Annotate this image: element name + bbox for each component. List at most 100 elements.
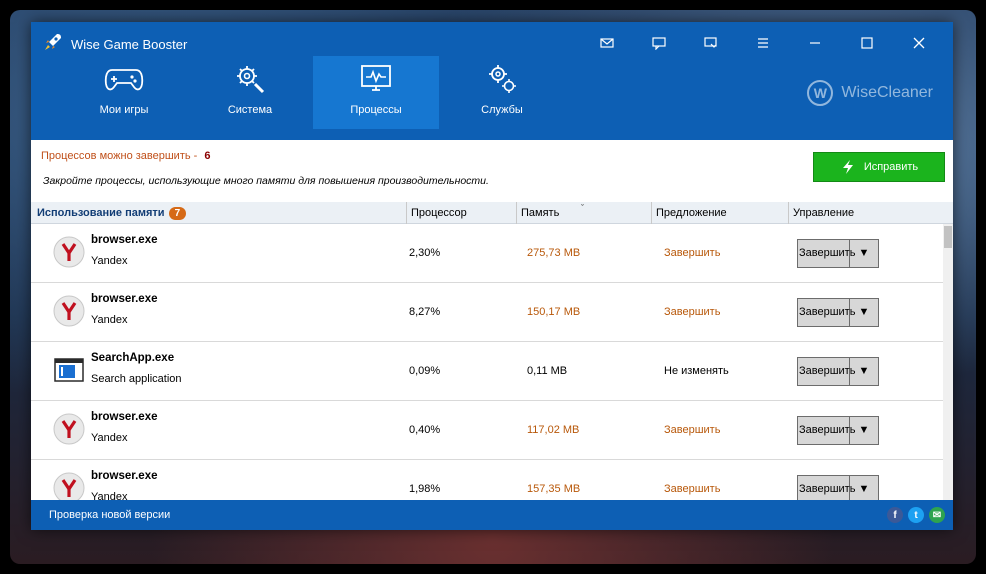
table-row[interactable]: browser.exe Yandex 1,98% 157,35 MB Завер…: [31, 460, 953, 500]
tab-services[interactable]: Службы: [439, 56, 565, 129]
tab-my-games[interactable]: Мои игры: [61, 56, 187, 129]
table-row[interactable]: browser.exe Yandex 0,40% 117,02 MB Завер…: [31, 401, 953, 460]
facebook-icon[interactable]: f: [887, 507, 903, 523]
suggestion-value: Завершить: [664, 247, 721, 259]
process-name-cell: browser.exe Yandex: [31, 401, 407, 459]
process-name-cell: browser.exe Yandex: [31, 224, 407, 282]
process-description: Yandex: [91, 490, 128, 501]
feedback-button[interactable]: [633, 30, 685, 56]
header-cpu-label: Процессор: [411, 207, 467, 219]
memory-value: 275,73 MB: [527, 247, 581, 259]
info-bar: Процессов можно завершить - 6 Закройте п…: [31, 140, 953, 202]
header-memory[interactable]: Память ˇ: [517, 202, 652, 224]
dropdown-arrow-icon: ▼: [858, 306, 870, 318]
close-button[interactable]: [893, 30, 945, 56]
control-cell: Завершить ▼: [789, 401, 929, 459]
app-title-text: Wise Game Booster: [71, 37, 188, 52]
maximize-icon: [861, 37, 873, 49]
header-control-label: Управление: [793, 207, 855, 219]
process-name: browser.exe: [91, 233, 158, 246]
minimize-button[interactable]: [789, 30, 841, 56]
yandex-icon: [53, 413, 85, 448]
tab-system[interactable]: Система: [187, 56, 313, 129]
skin-button[interactable]: [685, 30, 737, 56]
dropdown-arrow-icon: ▼: [858, 365, 870, 377]
process-description: Yandex: [91, 254, 128, 267]
process-description: Search application: [91, 372, 182, 385]
fix-button[interactable]: Исправить: [813, 152, 945, 182]
suggestion-value: Завершить: [664, 306, 721, 318]
gears-icon: [489, 65, 516, 93]
status-bar: Проверка новой версии f t ✉: [31, 500, 953, 530]
process-name: SearchApp.exe: [91, 351, 175, 364]
header-control[interactable]: Управление: [789, 202, 944, 224]
sort-down-icon: ˇ: [581, 203, 584, 213]
process-count-badge: 7: [168, 206, 187, 220]
table-row[interactable]: browser.exe Yandex 2,30% 275,73 MB Завер…: [31, 224, 953, 283]
cpu-value: 1,98%: [409, 483, 441, 495]
twitter-icon[interactable]: t: [908, 507, 924, 523]
cpu-value: 0,09%: [409, 365, 441, 377]
process-name: browser.exe: [91, 469, 158, 482]
table-row[interactable]: browser.exe Yandex 8,27% 150,17 MB Завер…: [31, 283, 953, 342]
suggestion-value: Завершить: [664, 483, 721, 495]
header-suggestion-label: Предложение: [656, 207, 727, 219]
brand-text: WiseCleaner: [841, 84, 933, 101]
memory-value: 117,02 MB: [527, 424, 580, 436]
process-description: Yandex: [91, 431, 128, 444]
process-name-cell: browser.exe Yandex: [31, 283, 407, 341]
window-app-icon: [53, 354, 85, 389]
maximize-button[interactable]: [841, 30, 893, 56]
dropdown-arrow-icon: ▼: [858, 424, 870, 436]
brand-letter: W: [807, 80, 834, 106]
tab-processes[interactable]: Процессы: [313, 56, 439, 129]
process-count-value: 6: [204, 150, 211, 162]
process-name: browser.exe: [91, 410, 158, 423]
control-cell: Завершить ▼: [789, 460, 929, 500]
control-selected-value: Завершить: [798, 475, 855, 500]
header-memory-usage[interactable]: Использование памяти 7: [31, 202, 407, 224]
suggestion-value: Завершить: [664, 424, 721, 436]
control-dropdown[interactable]: Завершить ▼: [797, 415, 879, 445]
app-title: Wise Game Booster: [43, 32, 187, 57]
tab-label: Процессы: [350, 104, 402, 116]
process-list[interactable]: browser.exe Yandex 2,30% 275,73 MB Завер…: [31, 224, 953, 500]
lightning-icon: [842, 160, 853, 174]
scrollbar-thumb[interactable]: [944, 226, 952, 248]
control-selected-value: Завершить: [798, 357, 855, 385]
control-dropdown[interactable]: Завершить ▼: [797, 356, 879, 386]
tab-label: Службы: [481, 104, 523, 116]
close-icon: [913, 37, 925, 49]
check-update-link[interactable]: Проверка новой версии: [49, 509, 170, 521]
yandex-icon: [53, 236, 85, 271]
vertical-scrollbar[interactable]: [943, 224, 953, 500]
control-dropdown[interactable]: Завершить ▼: [797, 474, 879, 500]
header-suggestion[interactable]: Предложение: [652, 202, 789, 224]
header-memory-usage-label: Использование памяти: [37, 207, 165, 219]
memory-value: 157,35 MB: [527, 483, 581, 495]
menu-icon: [758, 38, 768, 48]
control-cell: Завершить ▼: [789, 224, 929, 282]
memory-value: 150,17 MB: [527, 306, 581, 318]
wisecleaner-logo[interactable]: W WiseCleaner: [807, 80, 933, 106]
process-name-cell: SearchApp.exe Search application: [31, 342, 407, 400]
chat-icon: [652, 37, 666, 50]
process-count-line: Процессов можно завершить - 6: [41, 150, 211, 162]
cpu-value: 2,30%: [409, 247, 441, 259]
control-dropdown[interactable]: Завершить ▼: [797, 238, 879, 268]
screen-arrow-icon: [704, 37, 717, 48]
gamepad-icon: [104, 69, 144, 91]
process-count-label: Процессов можно завершить -: [41, 150, 198, 162]
control-dropdown[interactable]: Завершить ▼: [797, 297, 879, 327]
process-name-cell: browser.exe Yandex: [31, 460, 407, 500]
cpu-value: 8,27%: [409, 306, 441, 318]
table-row[interactable]: SearchApp.exe Search application 0,09% 0…: [31, 342, 953, 401]
email-share-icon[interactable]: ✉: [929, 507, 945, 523]
mail-button[interactable]: [581, 30, 633, 56]
tab-label: Мои игры: [99, 104, 149, 116]
main-nav: Мои игры Система Процессы Службы: [61, 56, 565, 129]
control-cell: Завершить ▼: [789, 283, 929, 341]
header-cpu[interactable]: Процессор: [407, 202, 517, 224]
suggestion-value: Не изменять: [664, 365, 729, 377]
menu-button[interactable]: [737, 30, 789, 56]
